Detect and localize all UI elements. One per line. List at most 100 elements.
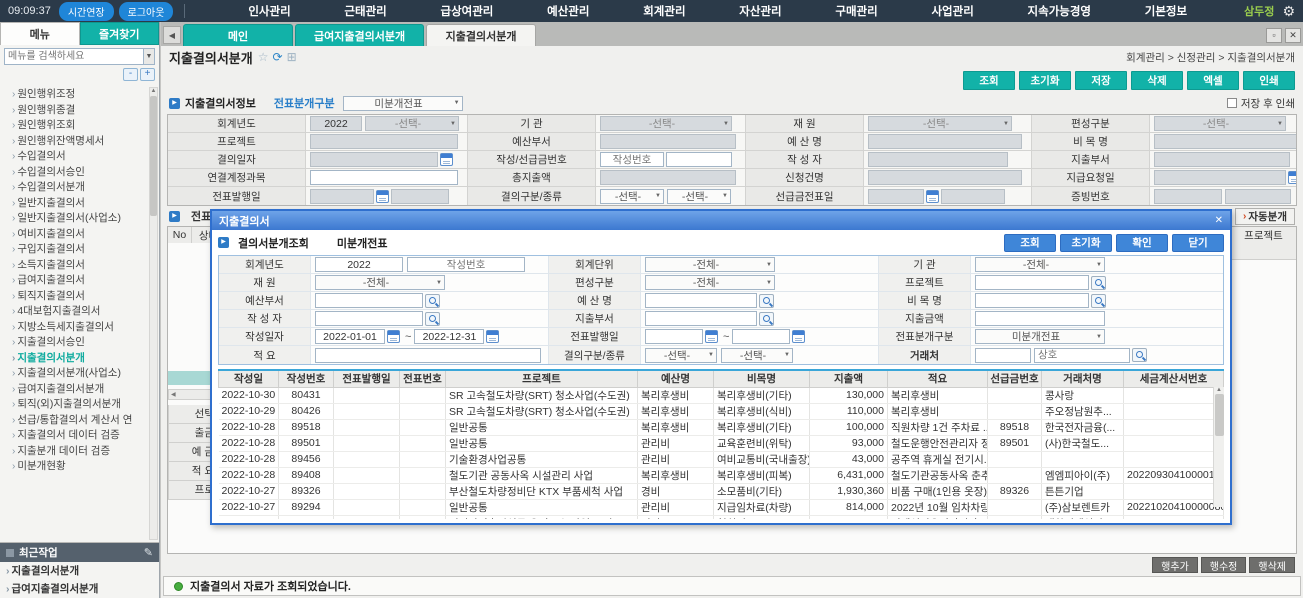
logout-button[interactable]: 로그아웃: [119, 2, 174, 21]
settings-gear-icon[interactable]: ⚙: [1282, 3, 1295, 20]
m-write-date-from[interactable]: [315, 329, 385, 344]
toolbar-button[interactable]: 인쇄: [1243, 71, 1295, 90]
calendar-icon[interactable]: [926, 190, 939, 203]
modal-button[interactable]: 닫기: [1172, 234, 1224, 252]
project-input[interactable]: [310, 134, 458, 149]
menu-tree-item[interactable]: ›원인행위조회: [12, 118, 159, 134]
linked-account-input[interactable]: [310, 170, 458, 185]
calendar-icon[interactable]: [440, 153, 453, 166]
m-slip-issue-to[interactable]: [732, 329, 790, 344]
document-tab[interactable]: 급여지출결의서분개: [295, 24, 424, 46]
calendar-icon[interactable]: [792, 330, 805, 343]
search-icon[interactable]: [425, 312, 440, 326]
menu-tree-item[interactable]: ›4대보험지출결의서: [12, 304, 159, 320]
sidebar-tab[interactable]: 메뉴: [0, 22, 80, 45]
m-fund-select[interactable]: -전체-: [315, 275, 445, 290]
grid-column-header[interactable]: 작성번호: [279, 371, 334, 387]
toolbar-button[interactable]: 조회: [963, 71, 1015, 90]
grid-column-header[interactable]: 세금계산서번호: [1124, 371, 1224, 387]
toolbar-button[interactable]: 초기화: [1019, 71, 1071, 90]
m-budget-dept-input[interactable]: [315, 293, 423, 308]
global-menu-item[interactable]: 구매관리: [835, 3, 877, 19]
global-menu-item[interactable]: 인사관리: [248, 3, 290, 19]
fiscal-year-input[interactable]: [310, 116, 362, 131]
search-icon[interactable]: [1091, 276, 1106, 290]
m-vendor-code-input[interactable]: [975, 348, 1031, 363]
modal-close-icon[interactable]: ✕: [1215, 215, 1223, 226]
menu-tree-item[interactable]: ›일반지출결의서(사업소): [12, 211, 159, 227]
slip-division-select[interactable]: 미분개전표: [343, 96, 463, 111]
m-note-input[interactable]: [315, 348, 541, 363]
recent-item[interactable]: ›급여지출결의서분개: [0, 580, 159, 598]
pay-request-date-input[interactable]: [1154, 170, 1286, 185]
menu-tree-item[interactable]: ›수입결의서분개: [12, 180, 159, 196]
m-fiscal-year-input[interactable]: [315, 257, 403, 272]
toolbar-button[interactable]: 삭제: [1131, 71, 1183, 90]
search-icon[interactable]: [759, 294, 774, 308]
voucher-no-input2[interactable]: [1225, 189, 1291, 204]
search-icon[interactable]: [1132, 348, 1147, 362]
grid-row[interactable]: 2022-10-27 88725 정비단건축시설물 유지보수 사업(부산) 경비…: [219, 515, 1224, 519]
m-doc-no-input[interactable]: [407, 257, 525, 272]
m-spend-amount-input[interactable]: [975, 311, 1105, 326]
menu-tree-item[interactable]: ›미분개현황: [12, 459, 159, 475]
extend-session-button[interactable]: 시간연장: [59, 2, 114, 21]
m-slip-div-select[interactable]: 미분개전표: [975, 329, 1105, 344]
decision-date-input[interactable]: [310, 152, 438, 167]
slip-issue-no-input[interactable]: [391, 189, 449, 204]
grid-no-column[interactable]: No: [168, 227, 192, 243]
collapse-all-button[interactable]: -: [123, 68, 138, 81]
m-item-name-input[interactable]: [975, 293, 1089, 308]
grid-row[interactable]: 2022-10-27 89294 일반공통 관리비 지급임차료(차량) 814,…: [219, 499, 1224, 515]
advance-no-input[interactable]: [666, 152, 732, 167]
grid-project-column[interactable]: 프로젝트: [1230, 227, 1296, 243]
grid-row[interactable]: 2022-10-27 89326 부산철도차량정비단 KTX 부품세척 사업 경…: [219, 483, 1224, 499]
grid-row[interactable]: 2022-10-28 89518 일반공통 복리후생비 복리후생비(기타) 10…: [219, 419, 1224, 435]
grid-column-header[interactable]: 예산명: [638, 371, 714, 387]
window-minimize-icon[interactable]: ▫: [1266, 28, 1282, 43]
panel-icon[interactable]: ⊞: [287, 50, 297, 64]
voucher-no-input1[interactable]: [1154, 189, 1222, 204]
grid-column-header[interactable]: 전표번호: [400, 371, 446, 387]
grid-column-header[interactable]: 지출액: [810, 371, 888, 387]
total-amount-input[interactable]: [600, 170, 736, 185]
menu-tree-item[interactable]: ›구입지출결의서: [12, 242, 159, 258]
menu-tree-item[interactable]: ›원인행위종결: [12, 103, 159, 119]
menu-tree-item[interactable]: ›급여지출결의서: [12, 273, 159, 289]
grid-column-header[interactable]: 작성일: [219, 371, 279, 387]
global-menu-item[interactable]: 지속가능경영: [1028, 3, 1091, 19]
menu-tree-item[interactable]: ›선급/통합결의서 계산서 연: [12, 413, 159, 429]
m-org-select[interactable]: -전체-: [975, 257, 1105, 272]
global-menu-item[interactable]: 사업관리: [931, 3, 973, 19]
refresh-icon[interactable]: ⟳: [273, 50, 283, 64]
fiscal-select[interactable]: -선택-: [365, 116, 459, 131]
slip-issue-date-input[interactable]: [310, 189, 374, 204]
global-menu-item[interactable]: 회계관리: [643, 3, 685, 19]
m-acct-unit-select[interactable]: -전체-: [645, 257, 775, 272]
grid-row[interactable]: 2022-10-28 89408 철도기관 공동사옥 시설관리 사업 복리후생비…: [219, 467, 1224, 483]
menu-search-input[interactable]: [4, 48, 144, 65]
calendar-icon[interactable]: [1288, 171, 1296, 184]
menu-tree-item[interactable]: ›급여지출결의서분개: [12, 382, 159, 398]
menu-tree-item[interactable]: ›원인행위잔액명세서: [12, 134, 159, 150]
m-decision-div-select[interactable]: -선택-: [645, 348, 717, 363]
modal-button[interactable]: 조회: [1004, 234, 1056, 252]
row-action-button[interactable]: 행삭제: [1249, 557, 1295, 573]
menu-tree-item[interactable]: ›여비지출결의서: [12, 227, 159, 243]
global-menu-item[interactable]: 예산관리: [547, 3, 589, 19]
document-tab[interactable]: 메인: [183, 24, 293, 46]
global-menu-item[interactable]: 근태관리: [344, 3, 386, 19]
grid-row[interactable]: 2022-10-28 89456 기술환경사업공통 관리비 여비교통비(국내출장…: [219, 451, 1224, 467]
sidebar-tab[interactable]: 즐겨찾기: [80, 22, 160, 45]
decision-kind-select[interactable]: -선택-: [667, 189, 731, 204]
search-icon[interactable]: [425, 294, 440, 308]
expand-all-button[interactable]: +: [140, 68, 155, 81]
menu-tree-item[interactable]: ›퇴직지출결의서: [12, 289, 159, 305]
global-menu-item[interactable]: 급상여관리: [440, 3, 493, 19]
budget-div-select[interactable]: -선택-: [1154, 116, 1286, 131]
grid-column-header[interactable]: 프로젝트: [446, 371, 638, 387]
menu-tree-item[interactable]: ›원인행위조정: [12, 87, 159, 103]
save-print-checkbox[interactable]: [1227, 98, 1237, 108]
menu-tree-item[interactable]: ›지출결의서 데이터 검증: [12, 428, 159, 444]
grid-row[interactable]: 2022-10-30 80431 SR 고속철도차량(SRT) 청소사업(수도권…: [219, 387, 1224, 403]
